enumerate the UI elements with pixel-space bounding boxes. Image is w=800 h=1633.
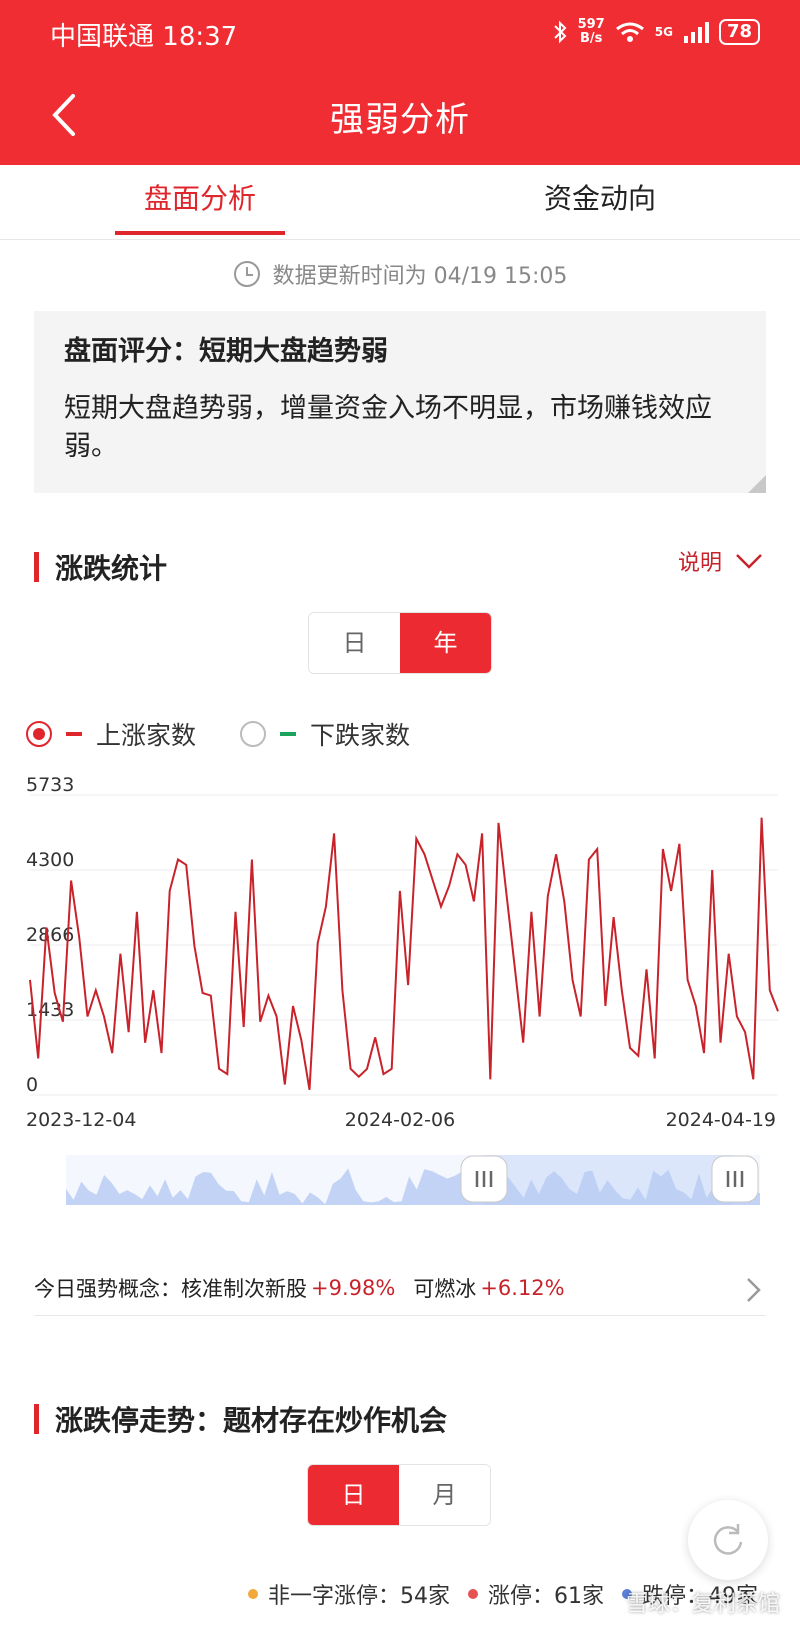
signal-icon <box>683 22 709 43</box>
limit-period-toggle: 日 月 <box>307 1464 491 1526</box>
carrier-time: 中国联通 18:37 <box>50 16 237 53</box>
x-tick-label: 2024-02-06 <box>345 1109 455 1131</box>
concept-name: 可燃冰 <box>413 1276 477 1301</box>
chevron-right-icon <box>747 1278 761 1302</box>
net-speed: 597 B/s <box>578 18 605 46</box>
fall-legend-label: 下跌家数 <box>310 721 411 750</box>
carrier-name: 中国联通 <box>50 22 155 52</box>
limit-header: 涨跌停走势：题材存在炒作机会 <box>34 1399 447 1439</box>
rise-fall-header: 涨跌统计 <box>34 547 167 587</box>
rise-fall-period-toggle: 日 年 <box>308 612 492 674</box>
status-icons: 597 B/s 5G 78 <box>552 18 760 46</box>
status-bar: 中国联通 18:37 597 B/s 5G 78 <box>0 0 800 70</box>
explain-toggle[interactable]: 说明 <box>678 545 764 577</box>
legend-nonword-limit-up: 非一字涨停：54家 <box>268 1584 450 1609</box>
app-header: 中国联通 18:37 597 B/s 5G 78 强弱分析 <box>0 0 800 165</box>
period-year-button[interactable]: 年 <box>400 613 491 673</box>
update-time-label: 数据更新时间为 04/19 15:05 <box>272 264 568 289</box>
period-month-button[interactable]: 月 <box>399 1465 490 1525</box>
net-speed-value: 597 <box>577 17 605 32</box>
wifi-icon <box>615 22 644 42</box>
rise-legend-label: 上涨家数 <box>96 721 197 750</box>
chart-legend: 上涨家数 下跌家数 <box>26 716 410 752</box>
rise-fall-title: 涨跌统计 <box>55 552 168 585</box>
y-tick-label: 5733 <box>26 775 74 796</box>
fall-radio[interactable] <box>240 721 267 747</box>
page-title: 强弱分析 <box>330 100 470 140</box>
range-slider[interactable] <box>66 1155 760 1205</box>
watermark-text: 雪球：复利茶馆 <box>625 1592 780 1617</box>
slider-left-handle[interactable] <box>460 1155 508 1203</box>
period-day-button[interactable]: 日 <box>308 1465 399 1525</box>
y-tick-label: 4300 <box>26 849 74 871</box>
fall-legend-swatch <box>280 732 297 736</box>
score-title: 盘面评分：短期大盘趋势弱 <box>64 336 388 367</box>
nav-bar: 强弱分析 <box>0 80 800 160</box>
score-description: 短期大盘趋势弱，增量资金入场不明显，市场赚钱效应弱。 <box>64 393 712 462</box>
bluetooth-icon <box>553 20 567 44</box>
clock-time: 18:37 <box>162 22 238 52</box>
tab-market-analysis[interactable]: 盘面分析 <box>0 165 400 239</box>
section-accent-bar <box>34 1404 39 1434</box>
x-tick-label: 2023-12-04 <box>26 1109 136 1131</box>
net-speed-unit: B/s <box>579 31 603 46</box>
rise-count-series-line <box>29 817 779 1090</box>
concept-prefix: 今日强势概念： <box>34 1276 181 1301</box>
battery-icon: 78 <box>718 19 760 45</box>
clock-icon <box>233 261 260 287</box>
limit-title: 涨跌停走势：题材存在炒作机会 <box>55 1404 448 1437</box>
tab-bar: 盘面分析 资金动向 <box>0 165 800 240</box>
update-time: 数据更新时间为 04/19 15:05 <box>0 258 800 290</box>
section-accent-bar <box>34 552 39 582</box>
card-corner-fold <box>748 475 766 493</box>
tab-fund-flow[interactable]: 资金动向 <box>400 165 800 239</box>
y-tick-label: 0 <box>26 1074 38 1096</box>
legend-dot-nonword <box>248 1589 258 1599</box>
refresh-icon <box>713 1524 743 1555</box>
concept-change: +9.98% <box>311 1275 396 1300</box>
legend-limit-up: 涨停：61家 <box>488 1584 604 1609</box>
explain-label: 说明 <box>677 551 722 576</box>
refresh-button[interactable] <box>688 1500 768 1580</box>
legend-dot-limit-up <box>468 1589 478 1599</box>
strong-concepts-row[interactable]: 今日强势概念： 核准制次新股 +9.98% 可燃冰 +6.12% <box>34 1260 766 1316</box>
slider-right-handle[interactable] <box>711 1155 759 1203</box>
period-day-button[interactable]: 日 <box>309 613 400 673</box>
chevron-down-icon <box>736 554 762 569</box>
rise-count-line-chart: 014332866430057332023-12-04 2024-02-06 202… <box>26 775 779 1131</box>
score-card: 盘面评分：短期大盘趋势弱 短期大盘趋势弱，增量资金入场不明显，市场赚钱效应弱。 <box>34 311 766 493</box>
network-type: 5G <box>654 25 673 39</box>
rise-radio[interactable] <box>26 721 52 747</box>
concept-name: 核准制次新股 <box>181 1276 307 1301</box>
x-tick-label: 2024-04-19 <box>666 1109 776 1131</box>
rise-legend-swatch <box>66 732 82 736</box>
concept-change: +6.12% <box>480 1275 565 1300</box>
